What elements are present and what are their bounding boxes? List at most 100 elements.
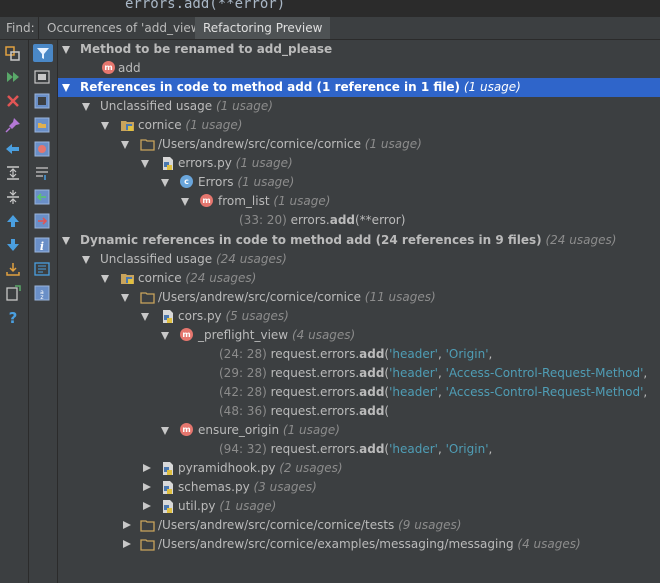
usage-code-prefix: request.errors.: [270, 442, 360, 456]
usage-string: 'Access-Control-Request-Method': [445, 385, 644, 399]
pin-icon[interactable]: [4, 116, 24, 134]
tree-node-directory[interactable]: /Users/andrew/src/cornice/examples/messa…: [58, 535, 660, 554]
previous-icon[interactable]: [4, 140, 24, 158]
group-by-type-icon[interactable]: [33, 68, 53, 86]
down-icon[interactable]: [4, 236, 24, 254]
usage-string: 'Origin': [445, 442, 489, 456]
tree-node-file[interactable]: util.py (1 usage): [58, 497, 660, 516]
expand-arrow-icon[interactable]: [161, 332, 169, 340]
collapsed-arrow-icon[interactable]: [123, 521, 131, 529]
file-label: cors.py: [178, 309, 222, 323]
tree-node-method-header[interactable]: Method to be renamed to add_please: [58, 40, 660, 59]
usage-code-suffix: (**error): [355, 213, 406, 227]
expand-arrow-icon[interactable]: [101, 122, 109, 130]
python-module-icon: [120, 271, 135, 286]
tree-node-directory[interactable]: /Users/andrew/src/cornice/cornice (1 usa…: [58, 135, 660, 154]
tree-node-class[interactable]: c Errors (1 usage): [58, 173, 660, 192]
usage-location: (29: 28): [219, 366, 267, 380]
group-by-file-icon[interactable]: [33, 140, 53, 158]
next-occurrence-icon[interactable]: [4, 68, 24, 86]
group-by-module-icon[interactable]: [33, 92, 53, 110]
tab-occurrences[interactable]: Occurrences of 'add_view': [38, 17, 213, 39]
usage-count: (1 usage): [282, 423, 340, 437]
tree-node-references[interactable]: References in code to method add (1 refe…: [58, 78, 660, 97]
navigate-import-icon[interactable]: [33, 188, 53, 206]
collapsed-arrow-icon[interactable]: [143, 483, 151, 491]
class-icon: c: [180, 175, 193, 188]
rerun-icon[interactable]: [4, 44, 24, 62]
tree-node-group[interactable]: Unclassified usage (1 usage): [58, 97, 660, 116]
usage-code-part: ,: [437, 442, 446, 456]
usage-code-part: ,: [643, 366, 648, 380]
file-label: pyramidhook.py: [178, 461, 276, 475]
merge-icon[interactable]: [33, 164, 53, 182]
expand-arrow-icon[interactable]: [101, 275, 109, 283]
tree-node-dynamic-references[interactable]: Dynamic references in code to method add…: [58, 231, 660, 250]
navigate-export-icon[interactable]: [33, 212, 53, 230]
expand-arrow-icon[interactable]: [121, 294, 129, 302]
sort-az-icon[interactable]: az: [33, 284, 53, 302]
usage-location: (42: 28): [219, 385, 267, 399]
svg-text:?: ?: [9, 309, 18, 326]
tree-node-file[interactable]: pyramidhook.py (2 usages): [58, 459, 660, 478]
expand-arrow-icon[interactable]: [62, 84, 70, 92]
expand-arrow-icon[interactable]: [82, 256, 90, 264]
tree-node-group[interactable]: Unclassified usage (24 usages): [58, 250, 660, 269]
usage-count: (1 usage): [185, 118, 243, 132]
expand-arrow-icon[interactable]: [141, 313, 149, 321]
open-in-window-icon[interactable]: [4, 284, 24, 302]
tree-node-function[interactable]: m _preflight_view (4 usages): [58, 326, 660, 345]
expand-all-icon[interactable]: [4, 164, 24, 182]
expand-arrow-icon[interactable]: [141, 160, 149, 168]
tree-node-directory[interactable]: /Users/andrew/src/cornice/cornice (11 us…: [58, 288, 660, 307]
tree-node-directory[interactable]: /Users/andrew/src/cornice/cornice/tests …: [58, 516, 660, 535]
expand-arrow-icon[interactable]: [161, 427, 169, 435]
usage-match: add: [329, 213, 355, 227]
up-icon[interactable]: [4, 212, 24, 230]
info-icon[interactable]: i: [33, 236, 53, 254]
tree-node-module[interactable]: cornice (1 usage): [58, 116, 660, 135]
tab-refactoring-preview[interactable]: Refactoring Preview: [195, 17, 331, 39]
function-label: ensure_origin: [198, 423, 280, 437]
references-label: References in code to method add (1 refe…: [80, 80, 461, 94]
usage-row[interactable]: (42: 28) request.errors.add('header', 'A…: [58, 383, 660, 402]
tree-node-file[interactable]: schemas.py (3 usages): [58, 478, 660, 497]
tree-node-function[interactable]: m ensure_origin (1 usage): [58, 421, 660, 440]
usage-match: add: [359, 347, 385, 361]
expand-arrow-icon[interactable]: [161, 179, 169, 187]
tree-node-method[interactable]: m add: [58, 59, 660, 78]
method-icon: m: [102, 61, 115, 74]
help-icon[interactable]: ?: [4, 308, 24, 326]
usage-count: (11 usages): [364, 290, 436, 304]
collapse-all-icon[interactable]: [4, 188, 24, 206]
collapsed-arrow-icon[interactable]: [143, 464, 151, 472]
usage-string: 'header': [389, 366, 438, 380]
preview-icon[interactable]: [33, 260, 53, 278]
tree-node-file[interactable]: errors.py (1 usage): [58, 154, 660, 173]
usage-row[interactable]: (94: 32) request.errors.add('header', 'O…: [58, 440, 660, 459]
expand-arrow-icon[interactable]: [82, 103, 90, 111]
usage-count: (3 usages): [253, 480, 317, 494]
export-icon[interactable]: [4, 260, 24, 278]
module-label: cornice: [138, 118, 182, 132]
close-icon[interactable]: [4, 92, 24, 110]
expand-arrow-icon[interactable]: [121, 141, 129, 149]
collapsed-arrow-icon[interactable]: [123, 540, 131, 548]
expand-arrow-icon[interactable]: [181, 198, 189, 206]
tree-node-module[interactable]: cornice (24 usages): [58, 269, 660, 288]
usage-row[interactable]: (48: 36) request.errors.add(: [58, 402, 660, 421]
function-label: from_list: [218, 194, 270, 208]
group-by-directory-icon[interactable]: [33, 116, 53, 134]
filter-icon[interactable]: [33, 44, 53, 62]
usage-row[interactable]: (29: 28) request.errors.add('header', 'A…: [58, 364, 660, 383]
usage-code-prefix: errors.: [290, 213, 330, 227]
tree-node-function[interactable]: m from_list (1 usage): [58, 192, 660, 211]
expand-arrow-icon[interactable]: [62, 237, 70, 245]
usage-location: (48: 36): [219, 404, 267, 418]
expand-arrow-icon[interactable]: [62, 46, 70, 54]
usage-row[interactable]: (24: 28) request.errors.add('header', 'O…: [58, 345, 660, 364]
collapsed-arrow-icon[interactable]: [143, 502, 151, 510]
tree-node-file[interactable]: cors.py (5 usages): [58, 307, 660, 326]
usage-row[interactable]: (33: 20) errors.add(**error): [58, 211, 660, 230]
method-name-label: add: [118, 61, 141, 75]
